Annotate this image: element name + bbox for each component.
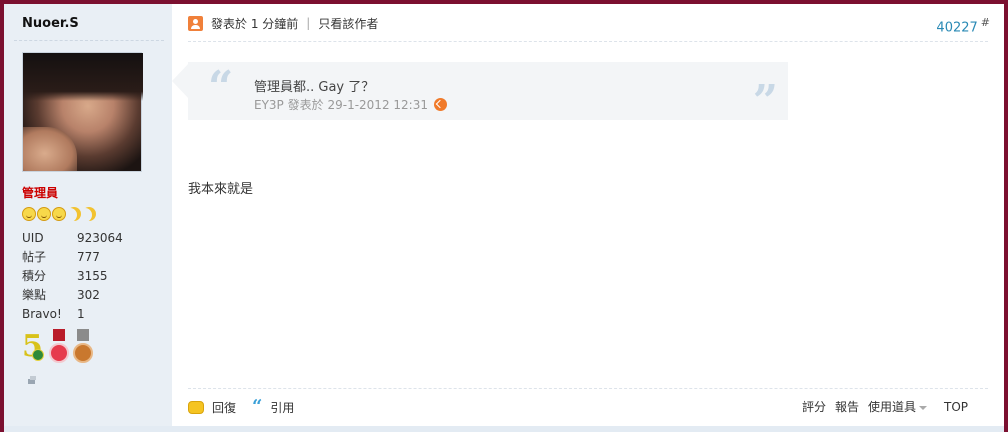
stat-value: 923064 bbox=[77, 231, 123, 245]
stat-row-posts: 帖子 777 bbox=[22, 248, 162, 267]
stat-value: 302 bbox=[77, 288, 100, 302]
chevron-down-icon bbox=[918, 405, 927, 410]
quote-text: 管理員都.. Gay 了？ bbox=[254, 80, 375, 95]
medal-5-icon[interactable]: 5 bbox=[22, 329, 46, 365]
stat-label: 帖子 bbox=[22, 250, 47, 264]
reply-button[interactable]: 回復 bbox=[212, 399, 236, 416]
post-actions: 評分 報告 使用道具 TOP bbox=[802, 398, 968, 415]
avatar-hand bbox=[23, 127, 77, 171]
post-footer: 回復 “ 引用 評分 報告 使用道具 TOP bbox=[188, 398, 988, 416]
bottom-border bbox=[4, 426, 1004, 432]
stat-value: 1 bbox=[77, 307, 85, 321]
divider bbox=[188, 388, 988, 389]
post-body: 我本來就是 bbox=[188, 182, 254, 197]
top-link[interactable]: TOP bbox=[944, 400, 968, 414]
sun-icon bbox=[22, 207, 36, 221]
stat-row-uid: UID 923064 bbox=[22, 229, 162, 248]
posted-label: 發表於 bbox=[211, 16, 248, 31]
quote-posted-label: 發表於 bbox=[287, 98, 324, 112]
stat-label: 積分 bbox=[22, 269, 47, 283]
user-sidebar: Nuoer.S 管理員 UID 923064 帖子 777 積分 3155 樂點… bbox=[4, 4, 172, 426]
post-number-value[interactable]: 40227 bbox=[936, 20, 977, 35]
user-role: 管理員 bbox=[22, 186, 59, 200]
post-header: 發表於 1 分鐘前 | 只看該作者 bbox=[188, 14, 378, 32]
medal-bronze-icon[interactable] bbox=[72, 329, 94, 365]
separator: | bbox=[306, 16, 311, 30]
quote-block: “ ” 管理員都.. Gay 了？ EY3P 發表於 29-1-2012 12:… bbox=[188, 62, 788, 127]
stat-row-points: 積分 3155 bbox=[22, 267, 162, 286]
online-status-icon[interactable] bbox=[26, 374, 38, 386]
window-frame-right bbox=[1004, 0, 1008, 432]
stat-label: UID bbox=[22, 231, 44, 245]
quote-icon[interactable]: “ bbox=[252, 398, 262, 416]
divider bbox=[14, 40, 164, 41]
post-content-area: 發表於 1 分鐘前 | 只看該作者 40227 # “ ” 管理員都.. Gay … bbox=[172, 4, 1004, 426]
divider bbox=[188, 41, 988, 42]
post-number[interactable]: 40227 # bbox=[936, 16, 990, 35]
posted-time: 1 分鐘前 bbox=[250, 16, 299, 31]
moon-icon bbox=[67, 207, 81, 221]
quote-open-mark: “ bbox=[208, 62, 234, 113]
username[interactable]: Nuoer.S bbox=[22, 16, 79, 31]
rate-button[interactable]: 評分 bbox=[802, 398, 826, 415]
medal-red-icon[interactable] bbox=[48, 329, 70, 365]
stat-label: Bravo! bbox=[22, 307, 62, 321]
avatar[interactable] bbox=[22, 52, 143, 172]
stat-label: 樂點 bbox=[22, 288, 47, 302]
user-stats: UID 923064 帖子 777 積分 3155 樂點 302 Bravo! … bbox=[22, 229, 162, 324]
quote-author: EY3P bbox=[254, 97, 284, 112]
only-author-link[interactable]: 只看該作者 bbox=[318, 15, 378, 32]
stat-value[interactable]: 777 bbox=[77, 248, 100, 267]
rank-stars bbox=[22, 207, 96, 221]
stat-row-bravo: Bravo! 1 bbox=[22, 305, 162, 324]
sun-icon bbox=[37, 207, 51, 221]
moon-icon bbox=[82, 207, 96, 221]
quote-date: 29-1-2012 12:31 bbox=[327, 97, 428, 112]
use-tools-button[interactable]: 使用道具 bbox=[868, 398, 927, 415]
report-button[interactable]: 報告 bbox=[835, 398, 859, 415]
medals: 5 bbox=[22, 329, 94, 365]
quote-close-mark: ” bbox=[752, 76, 778, 127]
post-number-suffix: # bbox=[980, 16, 990, 29]
back-to-post-icon[interactable] bbox=[433, 98, 447, 111]
quote-meta: EY3P 發表於 29-1-2012 12:31 bbox=[254, 96, 447, 113]
reply-icon[interactable] bbox=[188, 400, 204, 414]
use-tools-label: 使用道具 bbox=[867, 400, 916, 414]
stat-value: 3155 bbox=[77, 269, 108, 283]
quote-button[interactable]: 引用 bbox=[270, 399, 294, 416]
avatar-hair bbox=[23, 53, 143, 101]
user-icon bbox=[188, 15, 203, 31]
stat-row-credits: 樂點 302 bbox=[22, 286, 162, 305]
sun-icon bbox=[52, 207, 66, 221]
